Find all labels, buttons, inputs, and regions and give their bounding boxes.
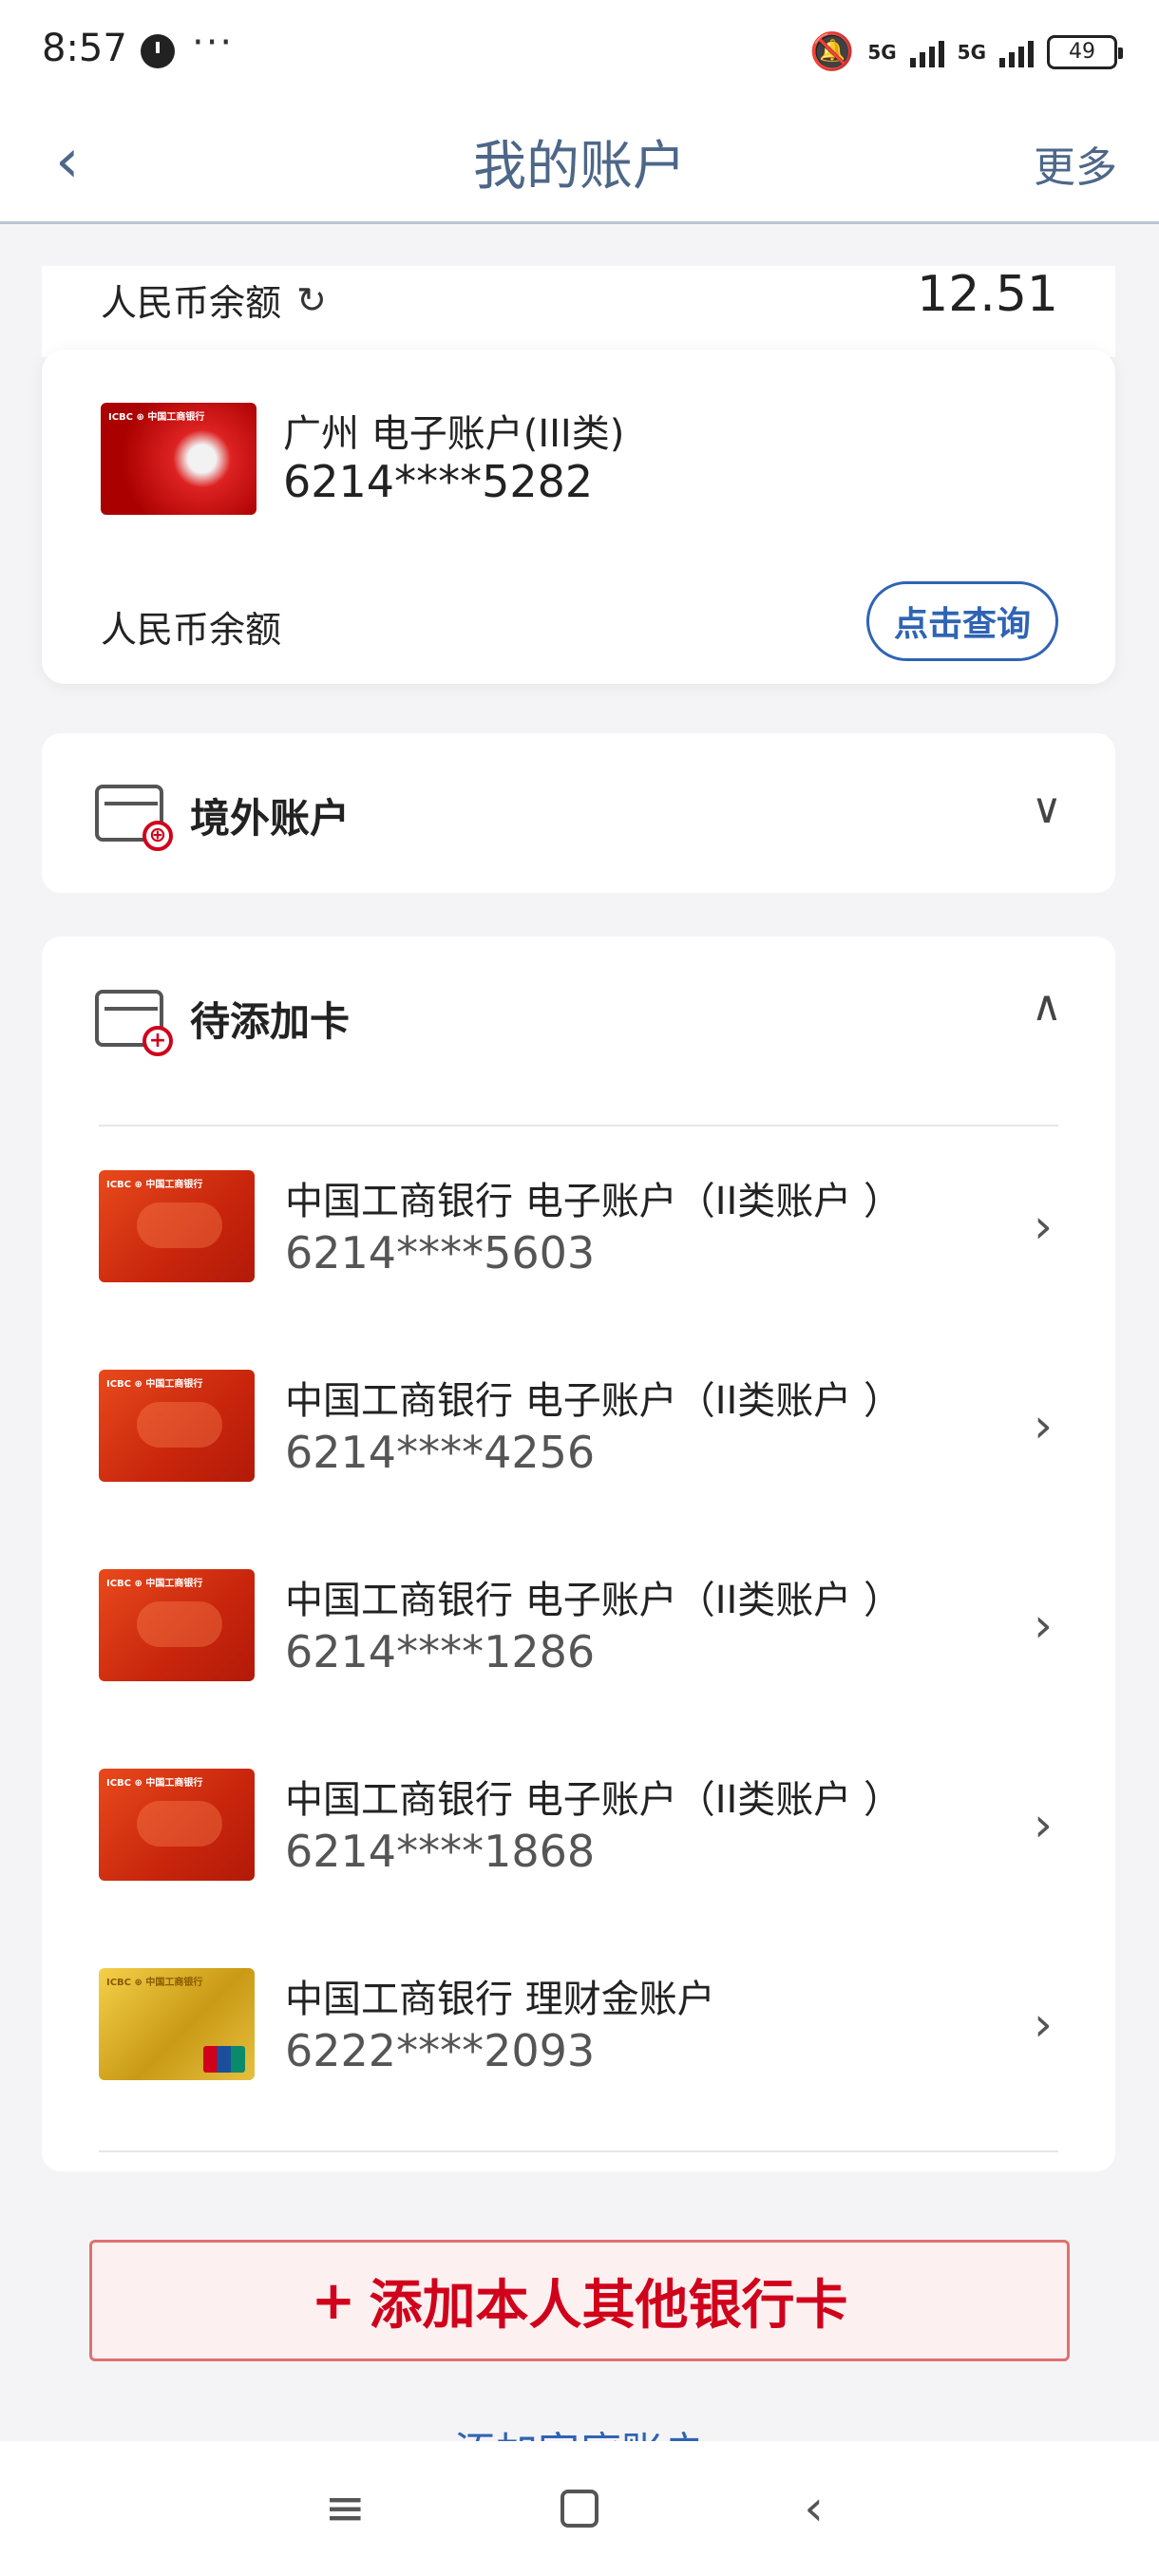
card-name: 中国工商银行 电子账户（II类账户 ） [285, 1579, 902, 1622]
card-name: 中国工商银行 电子账户（II类账户 ） [285, 1379, 902, 1423]
system-nav-bar: ≡ ‹ [0, 2441, 1159, 2576]
chevron-right-icon: › [1034, 1199, 1053, 1254]
chevron-right-icon: › [1034, 1598, 1053, 1653]
query-balance-button[interactable]: 点击查询 [866, 581, 1058, 661]
status-time: 8:57 [42, 27, 127, 70]
add-badge-icon: + [142, 1026, 173, 1056]
overseas-account-section[interactable]: ⊕ 境外账户 ∨ [42, 733, 1115, 893]
icbc-logo: ICBC ⊕ 中国工商银行 [106, 1978, 203, 1988]
bank-card-image: ICBC ⊕ 中国工商银行 [99, 1569, 255, 1681]
status-bar: 8:57 ··· 🔕 5G 5G 49 [0, 0, 1159, 104]
pending-card-row[interactable]: ICBC ⊕ 中国工商银行 中国工商银行 理财金账户 6222****2093 … [99, 1943, 1058, 2105]
divider [99, 2150, 1058, 2152]
card-name: 中国工商银行 电子账户（II类账户 ） [285, 1778, 902, 1822]
icbc-logo: ICBC ⊕ 中国工商银行 [106, 1379, 203, 1390]
unionpay-logo [203, 2046, 245, 2073]
bank-card-image: ICBC ⊕ 中国工商银行 [99, 1370, 255, 1482]
signal-icon-2 [999, 37, 1034, 67]
battery-icon: 49 [1047, 34, 1123, 69]
chevron-right-icon: › [1034, 1797, 1053, 1852]
pending-card-icon: + [95, 990, 173, 1056]
divider [99, 1125, 1058, 1127]
pending-card-row[interactable]: ICBC ⊕ 中国工商银行 中国工商银行 电子账户（II类账户 ） 6214**… [99, 1345, 1058, 1506]
plus-icon: + [311, 2269, 356, 2332]
menu-icon[interactable]: ≡ [307, 2480, 383, 2537]
battery-level: 49 [1069, 40, 1095, 64]
add-bank-card-button[interactable]: + 添加本人其他银行卡 [89, 2240, 1070, 2361]
chevron-down-icon[interactable]: ∨ [1032, 785, 1062, 833]
chevron-right-icon: › [1034, 1997, 1053, 2052]
bank-card-image: ICBC ⊕ 中国工商银行 [99, 1769, 255, 1881]
icbc-logo: ICBC ⊕ 中国工商银行 [106, 1579, 203, 1589]
add-bank-card-label: 添加本人其他银行卡 [369, 2274, 848, 2337]
chevron-right-icon: › [1034, 1398, 1053, 1453]
pending-card-row[interactable]: ICBC ⊕ 中国工商银行 中国工商银行 电子账户（II类账户 ） 6214**… [99, 1544, 1058, 1706]
alarm-clock-icon [141, 34, 175, 68]
refresh-icon[interactable]: ↻ [296, 279, 327, 321]
page-title: 我的账户 [473, 136, 686, 198]
main-account-card[interactable]: ICBC ⊕ 中国工商银行 广州 电子账户(III类) 6214****5282… [42, 350, 1115, 684]
card-number: 6222****2093 [285, 2025, 596, 2076]
bank-card-image: ICBC ⊕ 中国工商银行 [99, 1968, 255, 2080]
network-type-2: 5G [957, 40, 986, 64]
overseas-account-title: 境外账户 [190, 795, 351, 842]
top-balance-value: 12.51 [917, 266, 1058, 323]
bank-card-image: ICBC ⊕ 中国工商银行 [99, 1170, 255, 1282]
home-icon[interactable] [542, 2490, 618, 2528]
icbc-logo: ICBC ⊕ 中国工商银行 [106, 1778, 203, 1789]
mute-icon: 🔕 [808, 30, 855, 72]
icbc-logo: ICBC ⊕ 中国工商银行 [108, 412, 205, 423]
app-header: ‹ 我的账户 更多 [0, 104, 1159, 224]
main-balance-label: 人民币余额 [101, 609, 282, 651]
icbc-logo: ICBC ⊕ 中国工商银行 [106, 1180, 203, 1190]
card-name: 中国工商银行 理财金账户 [285, 1978, 715, 2021]
back-icon[interactable]: ‹ [776, 2480, 852, 2537]
main-account-name: 广州 电子账户(III类) [283, 412, 625, 456]
signal-icon-1 [909, 37, 944, 67]
card-number: 6214****4256 [285, 1427, 596, 1478]
more-button[interactable]: 更多 [1034, 133, 1117, 194]
network-type-1: 5G [867, 40, 897, 64]
top-balance-label: 人民币余额 [101, 282, 282, 324]
globe-badge-icon: ⊕ [142, 821, 173, 851]
card-number: 6214****1286 [285, 1626, 596, 1677]
top-balance-row: 人民币余额 ↻ 12.51 [42, 266, 1115, 357]
card-number: 6214****1868 [285, 1826, 596, 1877]
more-notifications-icon: ··· [192, 21, 235, 65]
overseas-account-icon: ⊕ [95, 785, 173, 851]
pending-card-row[interactable]: ICBC ⊕ 中国工商银行 中国工商银行 电子账户（II类账户 ） 6214**… [99, 1744, 1058, 1905]
card-name: 中国工商银行 电子账户（II类账户 ） [285, 1180, 902, 1223]
pending-card-row[interactable]: ICBC ⊕ 中国工商银行 中国工商银行 电子账户（II类账户 ） 6214**… [99, 1146, 1058, 1307]
card-number: 6214****5603 [285, 1227, 596, 1279]
chevron-up-icon[interactable]: ∧ [1032, 982, 1062, 1031]
main-account-number: 6214****5282 [283, 456, 594, 507]
bank-card-image: ICBC ⊕ 中国工商银行 [101, 403, 256, 515]
pending-cards-title: 待添加卡 [190, 998, 351, 1045]
